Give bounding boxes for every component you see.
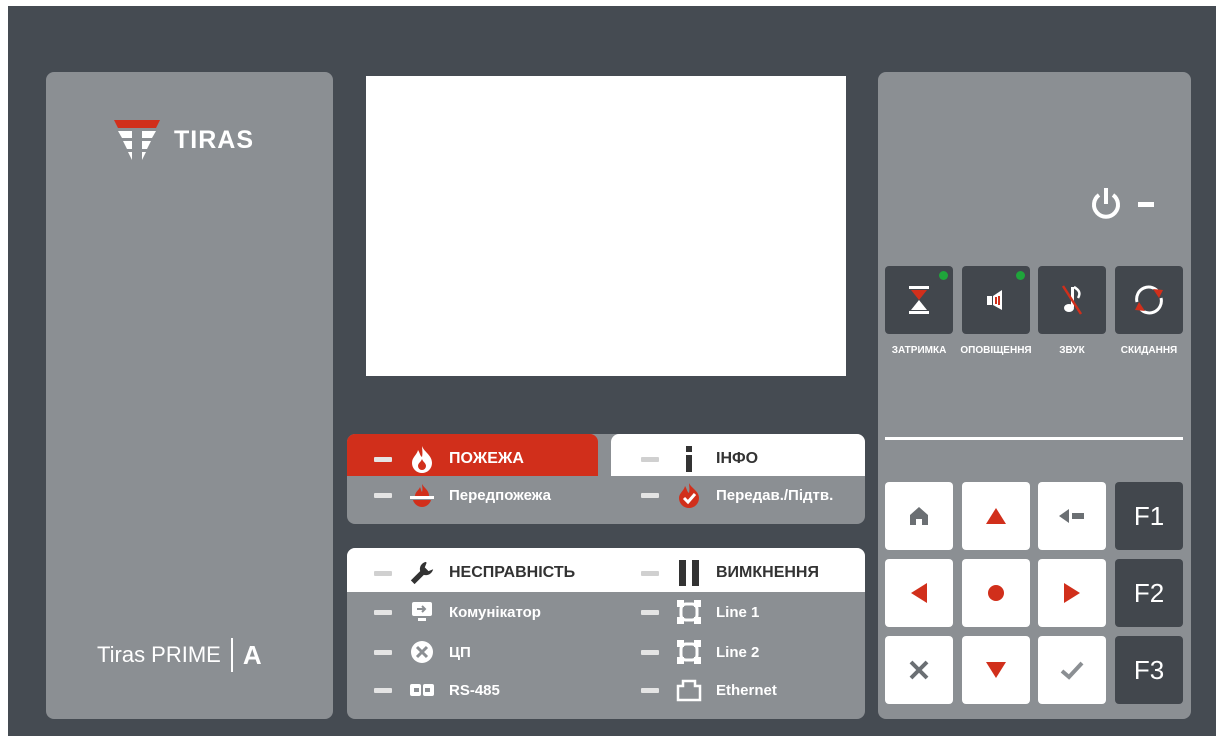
sound-off-icon [1061, 285, 1083, 315]
info-label: ІНФО [716, 450, 759, 467]
indicator-prefire: Передпожежа [374, 480, 551, 510]
power-led [1138, 201, 1154, 207]
info-led [641, 456, 659, 462]
arrow-right-icon [1064, 583, 1080, 603]
keypad-divider [885, 437, 1183, 440]
loop-line-icon [676, 638, 702, 666]
rs485-led [374, 687, 392, 693]
indicator-rs485: RS-485 [374, 675, 500, 705]
indicator-cpu: ЦП [374, 637, 471, 667]
alert-button[interactable] [962, 266, 1030, 334]
f1-label: F1 [1133, 500, 1165, 531]
down-button[interactable] [962, 636, 1030, 704]
indicator-ethernet: Ethernet [641, 675, 777, 705]
reset-label: СКИДАННЯ [1120, 345, 1178, 356]
flame-icon [409, 445, 435, 473]
reset-icon [1135, 285, 1163, 315]
product-separator [230, 638, 233, 672]
prefire-led [374, 492, 392, 498]
cpu-x-icon [409, 638, 435, 666]
sound-label: ЗВУК [1059, 345, 1085, 356]
arrow-down-icon [986, 662, 1006, 678]
left-button[interactable] [885, 559, 953, 627]
cancel-button[interactable] [885, 636, 953, 704]
delay-button[interactable] [885, 266, 953, 334]
backspace-button[interactable] [1038, 482, 1106, 550]
fire-led [374, 456, 392, 462]
hourglass-icon [909, 286, 929, 314]
indicator-transfer: Передав./Підтв. [641, 480, 833, 510]
prefire-label: Передпожежа [449, 486, 551, 504]
power-icon [1092, 188, 1120, 219]
left-panel [46, 72, 333, 719]
transfer-label: Передав./Підтв. [716, 486, 834, 504]
delay-status-led [939, 271, 948, 280]
center-dot-icon [988, 585, 1004, 601]
communicator-icon [409, 598, 435, 626]
pause-icon [676, 559, 702, 587]
arrow-up-icon [986, 508, 1006, 524]
indicator-fire: ПОЖЕЖА [374, 444, 524, 474]
product-name: Tiras PRIME [97, 642, 221, 667]
product-label: Tiras PRIME A [97, 638, 262, 672]
home-icon [910, 507, 928, 525]
communicator-led [374, 609, 392, 615]
indicator-line2: Line 2 [641, 637, 759, 667]
f2-label: F2 [1133, 577, 1165, 608]
sound-button[interactable] [1038, 266, 1106, 334]
rs485-label: RS-485 [449, 681, 500, 699]
disable-label: ВИМКНЕННЯ [716, 564, 819, 581]
line1-label: Line 1 [716, 603, 760, 621]
arrow-left-icon [911, 583, 927, 603]
indicator-line1: Line 1 [641, 597, 759, 627]
f3-label: F3 [1133, 654, 1165, 685]
line2-led [641, 649, 659, 655]
logo-text: TIRAS [174, 125, 254, 154]
delay-label: ЗАТРИМКА [891, 345, 947, 356]
up-button[interactable] [962, 482, 1030, 550]
prefire-icon [409, 481, 435, 509]
check-icon [1060, 661, 1084, 680]
line2-label: Line 2 [716, 643, 760, 661]
product-model: A [242, 639, 262, 670]
line1-led [641, 609, 659, 615]
ethernet-label: Ethernet [716, 681, 777, 699]
flame-check-icon [676, 481, 702, 509]
speaker-icon [987, 290, 1002, 310]
transfer-led [641, 492, 659, 498]
rs485-connector-icon [409, 676, 435, 704]
ok-center-button[interactable] [962, 559, 1030, 627]
right-button[interactable] [1038, 559, 1106, 627]
indicator-info: ІНФО [641, 444, 758, 474]
cross-icon [909, 660, 929, 680]
home-button[interactable] [885, 482, 953, 550]
f2-button[interactable]: F2 [1115, 559, 1183, 627]
tiras-logo-icon [114, 120, 160, 160]
communicator-label: Комунікатор [449, 603, 541, 621]
cpu-led [374, 649, 392, 655]
brand-logo: TIRAS [112, 118, 254, 162]
reset-button[interactable] [1115, 266, 1183, 334]
indicator-fault: НЕСПРАВНІСТЬ [374, 558, 575, 588]
ethernet-port-icon [676, 676, 702, 704]
wrench-icon [409, 559, 435, 587]
alert-label: ОПОВІЩЕННЯ [960, 345, 1032, 356]
backspace-icon [1059, 509, 1084, 523]
disable-led [641, 570, 659, 576]
cpu-label: ЦП [449, 643, 471, 661]
fault-led [374, 570, 392, 576]
power-indicator [1088, 186, 1154, 222]
lcd-display [366, 76, 846, 376]
confirm-button[interactable] [1038, 636, 1106, 704]
fault-label: НЕСПРАВНІСТЬ [449, 564, 576, 581]
fire-label: ПОЖЕЖА [449, 450, 524, 467]
ethernet-led [641, 687, 659, 693]
loop-line-icon [676, 598, 702, 626]
info-icon [676, 445, 702, 473]
f1-button[interactable]: F1 [1115, 482, 1183, 550]
alert-status-led [1016, 271, 1025, 280]
indicator-disable: ВИМКНЕННЯ [641, 558, 819, 588]
indicator-communicator: Комунікатор [374, 597, 541, 627]
f3-button[interactable]: F3 [1115, 636, 1183, 704]
